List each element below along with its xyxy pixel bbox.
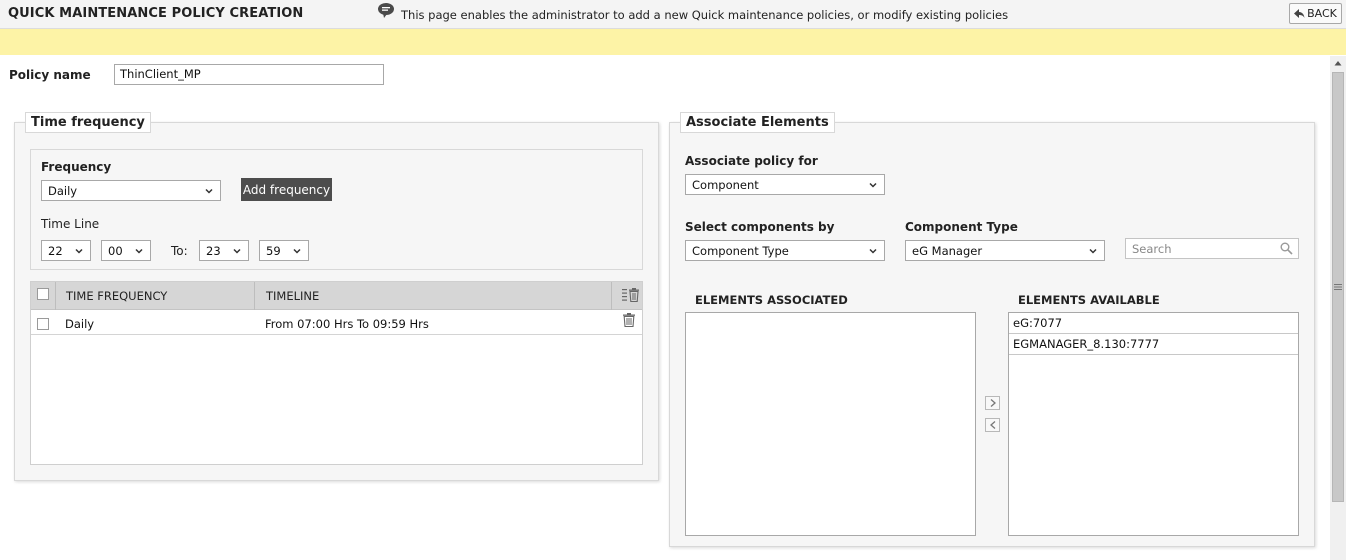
elements-associated-list[interactable] <box>685 312 976 536</box>
timeline-label: Time Line <box>41 217 100 231</box>
select-components-by-label: Select components by <box>685 220 835 234</box>
column-divider <box>611 282 612 310</box>
chevron-down-icon <box>869 182 877 188</box>
policy-name-label: Policy name <box>9 68 91 82</box>
search-input[interactable]: Search <box>1125 238 1299 259</box>
start-hour-value: 22 <box>48 243 63 258</box>
chevron-down-icon <box>293 248 301 254</box>
back-button[interactable]: BACK <box>1289 3 1342 24</box>
select-components-by-select[interactable]: Component Type <box>685 240 885 261</box>
scroll-up-icon[interactable] <box>1334 60 1342 66</box>
elements-available-list[interactable]: eG:7077 EGMANAGER_8.130:7777 <box>1008 312 1299 536</box>
select-components-by-value: Component Type <box>692 243 789 258</box>
frequency-select[interactable]: Daily <box>41 180 221 201</box>
chevron-down-icon <box>135 248 143 254</box>
time-frequency-title: Time frequency <box>25 112 151 133</box>
chevron-down-icon <box>869 248 877 254</box>
component-type-select[interactable]: eG Manager <box>905 240 1105 261</box>
chevron-right-icon <box>990 399 996 407</box>
chevron-down-icon <box>205 188 213 194</box>
column-header-timeline: TIMELINE <box>266 289 320 303</box>
chevron-down-icon <box>75 248 83 254</box>
associate-policy-for-value: Component <box>692 177 759 192</box>
associate-policy-for-label: Associate policy for <box>685 154 818 168</box>
elements-associated-label: ELEMENTS ASSOCIATED <box>695 293 848 307</box>
end-minute-value: 59 <box>266 243 281 258</box>
search-icon[interactable] <box>1280 242 1293 255</box>
end-hour-value: 23 <box>206 243 221 258</box>
chevron-left-icon <box>989 421 995 429</box>
row-timeline: From 07:00 Hrs To 09:59 Hrs <box>265 317 429 331</box>
delete-all-icon[interactable] <box>622 288 640 302</box>
list-item[interactable]: eG:7077 <box>1009 313 1298 334</box>
frequency-select-value: Daily <box>48 183 78 198</box>
row-checkbox[interactable] <box>37 318 49 330</box>
associate-policy-for-select[interactable]: Component <box>685 174 885 195</box>
back-button-label: BACK <box>1307 7 1337 20</box>
info-banner <box>0 29 1346 55</box>
frequency-label: Frequency <box>41 160 112 174</box>
chevron-down-icon <box>1089 248 1097 254</box>
to-label: To: <box>171 244 188 258</box>
column-divider <box>254 282 255 310</box>
end-minute-select[interactable]: 59 <box>259 240 309 261</box>
trash-icon[interactable] <box>623 313 635 327</box>
select-all-checkbox[interactable] <box>37 288 49 300</box>
component-type-label: Component Type <box>905 220 1018 234</box>
column-divider <box>55 282 56 310</box>
banner-text: This page enables the administrator to a… <box>401 8 1009 22</box>
elements-available-label: ELEMENTS AVAILABLE <box>1018 293 1160 307</box>
row-frequency: Daily <box>65 317 95 331</box>
back-arrow-icon <box>1294 8 1305 18</box>
list-item[interactable]: EGMANAGER_8.130:7777 <box>1009 334 1298 355</box>
associate-elements-title: Associate Elements <box>680 112 835 133</box>
start-hour-select[interactable]: 22 <box>41 240 91 261</box>
speech-bubble-icon <box>378 3 394 18</box>
add-frequency-button[interactable]: Add frequency <box>241 178 332 201</box>
start-minute-value: 00 <box>108 243 123 258</box>
grip-icon <box>1334 284 1342 290</box>
end-hour-select[interactable]: 23 <box>199 240 249 261</box>
policy-name-input[interactable]: ThinClient_MP <box>114 64 384 85</box>
move-left-button[interactable] <box>985 418 1000 432</box>
column-header-time-frequency: TIME FREQUENCY <box>66 289 168 303</box>
chevron-down-icon <box>233 248 241 254</box>
move-right-button[interactable] <box>985 396 1000 410</box>
page-title: QUICK MAINTENANCE POLICY CREATION <box>8 6 304 21</box>
component-type-value: eG Manager <box>912 243 983 258</box>
start-minute-select[interactable]: 00 <box>101 240 151 261</box>
